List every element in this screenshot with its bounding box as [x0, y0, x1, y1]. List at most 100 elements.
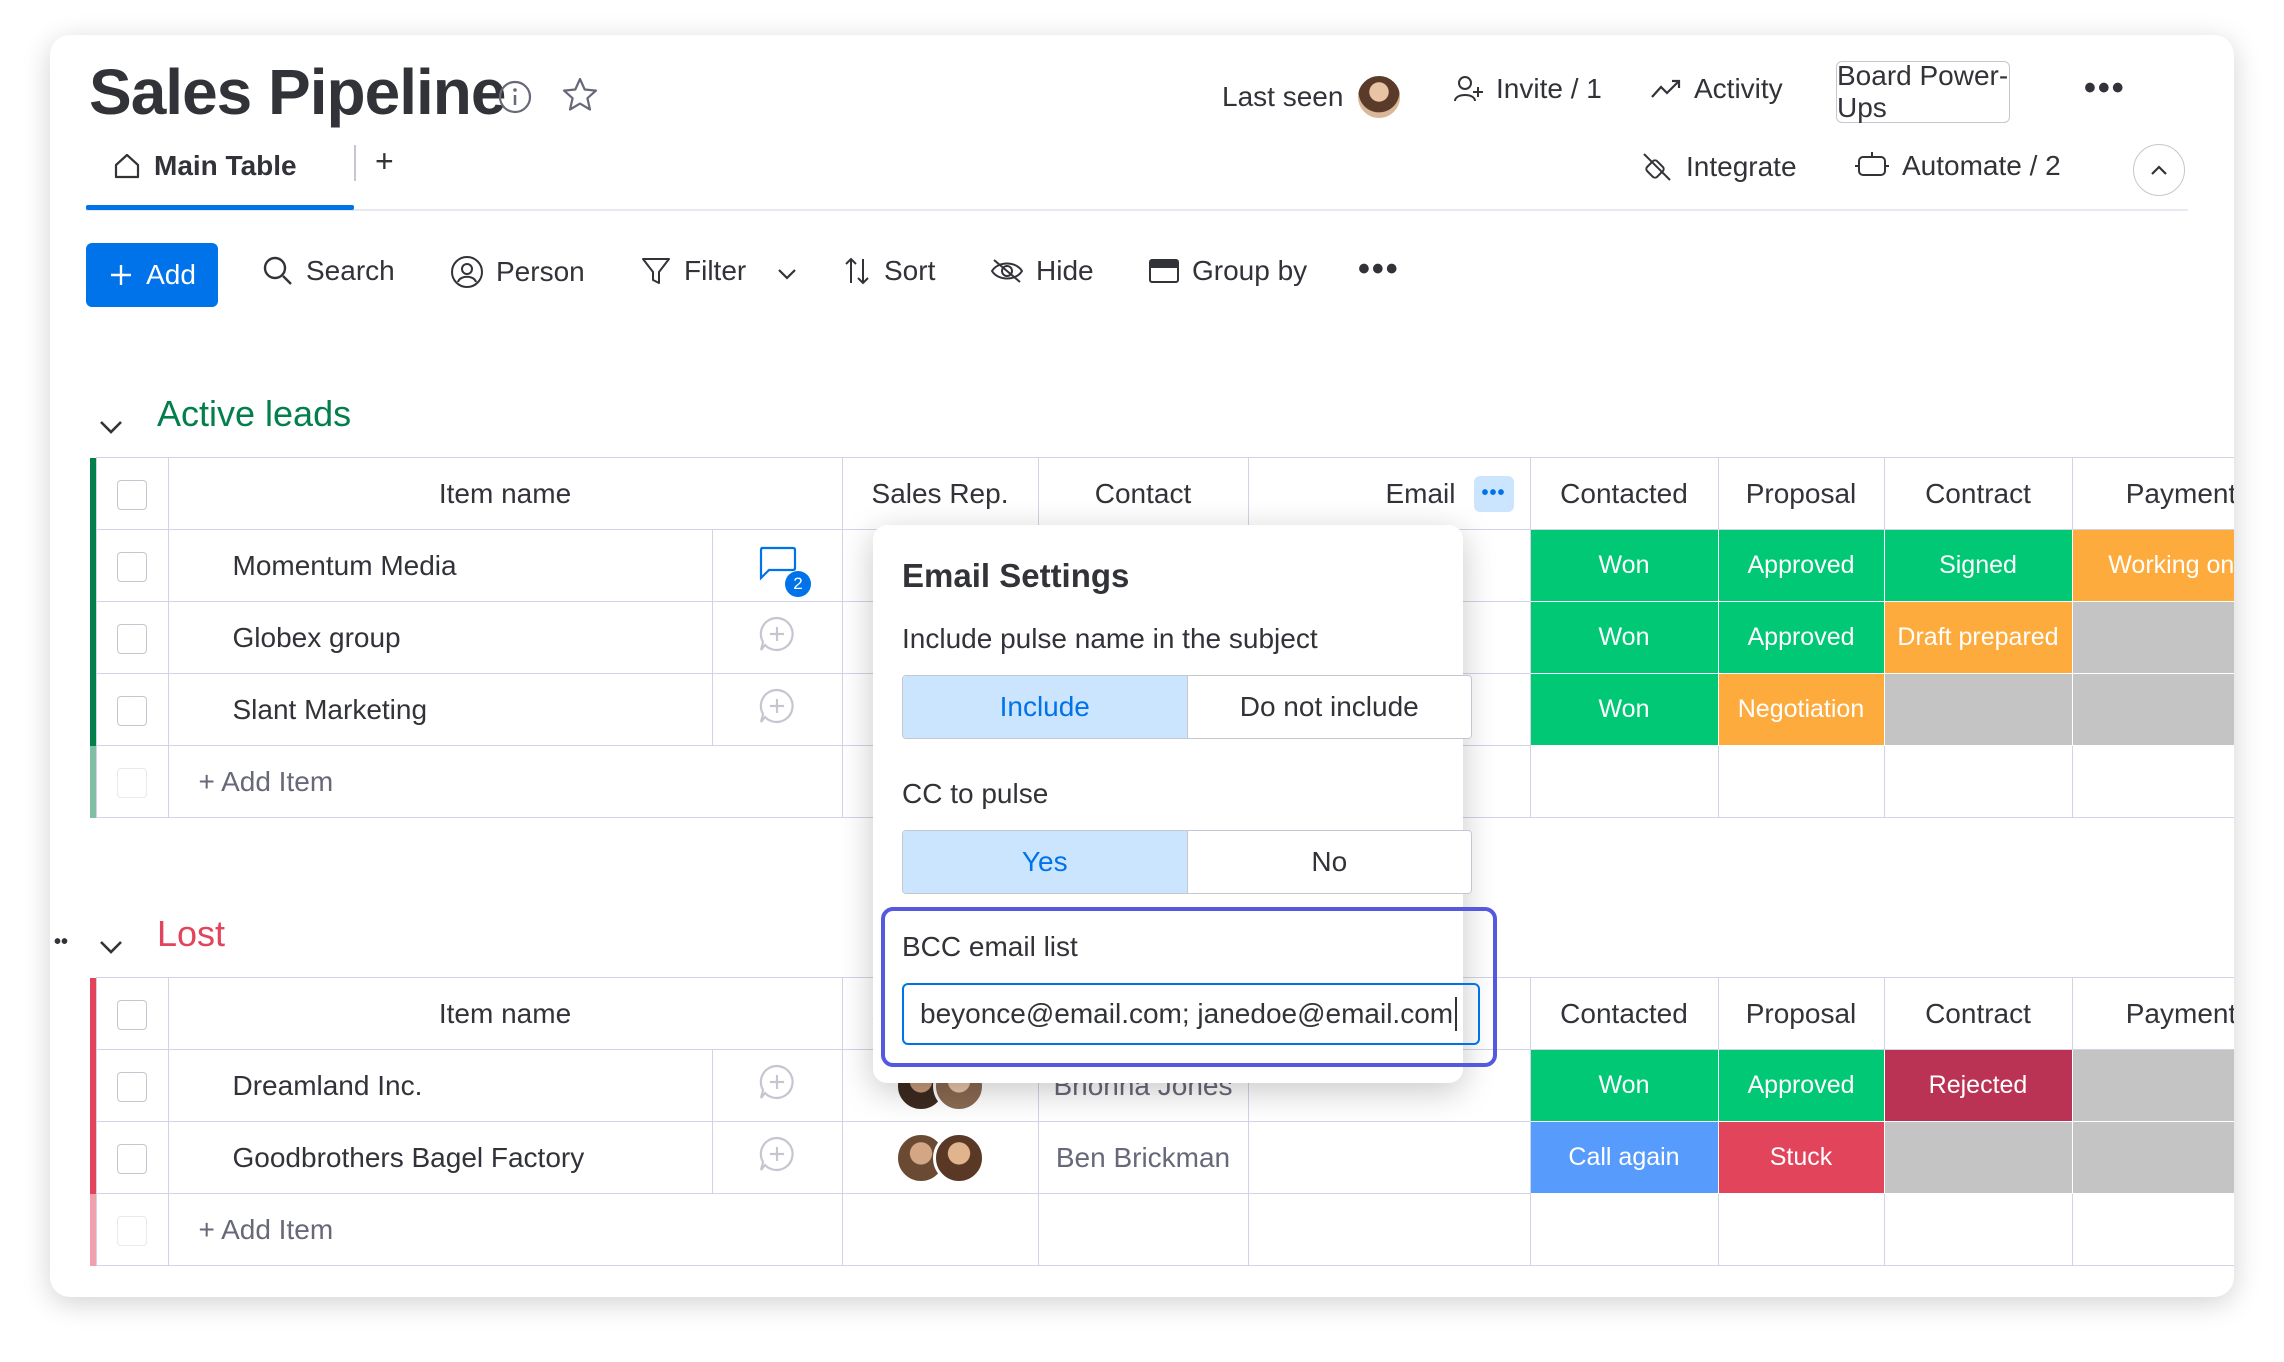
table-row[interactable]: Goodbrothers Bagel Factory Ben Brickman … [90, 1121, 2234, 1194]
updates-cell[interactable] [711, 1121, 843, 1194]
star-icon[interactable] [560, 75, 600, 120]
board-power-ups-button[interactable]: Board Power-Ups [1836, 60, 2010, 123]
updates-cell[interactable] [711, 601, 843, 674]
column-header-contact[interactable]: Contact [1037, 457, 1249, 530]
cc-yes-option[interactable]: Yes [903, 831, 1187, 893]
group-title-active-leads[interactable]: Active leads [157, 393, 351, 435]
column-header-proposal[interactable]: Proposal [1717, 977, 1885, 1050]
add-item-input[interactable]: + Add Item [167, 745, 843, 818]
status-contract[interactable]: Signed [1883, 529, 2073, 602]
select-all-checkbox[interactable] [117, 999, 147, 1030]
row-select-cell[interactable] [95, 601, 169, 674]
status-contacted[interactable]: Won [1529, 601, 1719, 674]
add-item-input[interactable]: + Add Item [167, 1193, 843, 1266]
item-name[interactable]: Momentum Media [167, 529, 713, 602]
person-filter-button[interactable]: Person [450, 255, 585, 289]
status-contract[interactable]: Draft prepared [1883, 601, 2073, 674]
select-all-cell[interactable] [95, 977, 169, 1050]
status-payment[interactable] [2071, 673, 2234, 746]
status-proposal[interactable]: Stuck [1717, 1121, 1885, 1194]
add-view-button[interactable]: + [375, 143, 394, 180]
updates-cell[interactable]: 2 [711, 529, 843, 602]
updates-cell[interactable] [711, 1049, 843, 1122]
drag-handle-icon[interactable]: •• [54, 931, 68, 954]
collapse-group-chevron-icon[interactable] [98, 411, 124, 442]
row-checkbox[interactable] [117, 695, 147, 726]
info-icon[interactable] [497, 79, 533, 120]
item-name[interactable]: Globex group [167, 601, 713, 674]
column-header-item-name[interactable]: Item name [167, 457, 843, 530]
row-checkbox[interactable] [117, 623, 147, 654]
status-payment[interactable]: Working on it [2071, 529, 2234, 602]
row-select-cell[interactable] [95, 1121, 169, 1194]
add-update-icon[interactable] [757, 686, 797, 726]
row-checkbox[interactable] [117, 1071, 147, 1102]
column-header-sales-rep[interactable]: Sales Rep. [841, 457, 1039, 530]
column-header-contacted[interactable]: Contacted [1529, 977, 1719, 1050]
automate-button[interactable]: Automate / 2 [1854, 150, 2061, 182]
group-by-button[interactable]: Group by [1148, 255, 1307, 287]
status-contacted[interactable]: Won [1529, 1049, 1719, 1122]
column-header-payment[interactable]: Payment [2071, 977, 2234, 1050]
status-payment[interactable] [2071, 601, 2234, 674]
item-name[interactable]: Dreamland Inc. [167, 1049, 713, 1122]
item-name[interactable]: Goodbrothers Bagel Factory [167, 1121, 713, 1194]
toolbar-more-icon[interactable]: ••• [1358, 250, 1400, 289]
last-seen[interactable]: Last seen [1222, 73, 1404, 121]
status-contract[interactable] [1883, 673, 2073, 746]
search-button[interactable]: Search [262, 255, 395, 287]
select-all-cell[interactable] [95, 457, 169, 530]
status-proposal[interactable]: Approved [1717, 529, 1885, 602]
updates-cell[interactable] [711, 673, 843, 746]
updates-bubble-icon[interactable]: 2 [755, 542, 811, 597]
add-button[interactable]: Add [86, 243, 218, 307]
status-payment[interactable] [2071, 1121, 2234, 1194]
more-options-icon[interactable]: ••• [2084, 69, 2126, 108]
item-name[interactable]: Slant Marketing [167, 673, 713, 746]
filter-dropdown-chevron-icon[interactable] [776, 267, 798, 286]
tab-main-table[interactable]: Main Table [112, 150, 297, 182]
select-all-checkbox[interactable] [117, 479, 147, 510]
status-contacted[interactable]: Call again [1529, 1121, 1719, 1194]
status-proposal[interactable]: Negotiation [1717, 673, 1885, 746]
email-cell[interactable] [1247, 1121, 1531, 1194]
status-payment[interactable] [2071, 1049, 2234, 1122]
column-header-proposal[interactable]: Proposal [1717, 457, 1885, 530]
status-contacted[interactable]: Won [1529, 673, 1719, 746]
column-header-contacted[interactable]: Contacted [1529, 457, 1719, 530]
add-update-icon[interactable] [757, 1062, 797, 1102]
row-checkbox[interactable] [117, 551, 147, 582]
add-update-icon[interactable] [757, 614, 797, 654]
invite-button[interactable]: Invite / 1 [1452, 73, 1602, 105]
add-item-row[interactable]: + Add Item [90, 1193, 2234, 1266]
status-contacted[interactable]: Won [1529, 529, 1719, 602]
sort-button[interactable]: Sort [842, 255, 935, 287]
status-contract[interactable] [1883, 1121, 2073, 1194]
status-proposal[interactable]: Approved [1717, 1049, 1885, 1122]
collapse-header-button[interactable] [2133, 144, 2185, 196]
collapse-group-chevron-icon[interactable] [98, 931, 124, 962]
hide-button[interactable]: Hide [990, 255, 1094, 287]
add-update-icon[interactable] [757, 1134, 797, 1174]
status-contract[interactable]: Rejected [1883, 1049, 2073, 1122]
integrate-button[interactable]: Integrate [1640, 150, 1797, 184]
column-header-payment[interactable]: Payment [2071, 457, 2234, 530]
sales-rep-cell[interactable] [841, 1121, 1039, 1194]
row-select-cell[interactable] [95, 529, 169, 602]
row-select-cell[interactable] [95, 673, 169, 746]
column-header-contract[interactable]: Contract [1883, 457, 2073, 530]
row-select-cell[interactable] [95, 1049, 169, 1122]
cc-no-option[interactable]: No [1186, 831, 1471, 893]
group-title-lost[interactable]: Lost [157, 913, 225, 955]
status-proposal[interactable]: Approved [1717, 601, 1885, 674]
column-header-contract[interactable]: Contract [1883, 977, 2073, 1050]
contact-cell[interactable]: Ben Brickman [1037, 1121, 1249, 1194]
row-checkbox[interactable] [117, 1143, 147, 1174]
do-not-include-option[interactable]: Do not include [1186, 676, 1471, 738]
bcc-email-input[interactable]: beyonce@email.com; janedoe@email.com [902, 983, 1480, 1045]
column-header-item-name[interactable]: Item name [167, 977, 843, 1050]
column-header-email[interactable]: Email ••• [1247, 457, 1531, 530]
filter-button[interactable]: Filter [640, 255, 746, 287]
include-option[interactable]: Include [903, 676, 1187, 738]
activity-button[interactable]: Activity [1650, 73, 1783, 105]
